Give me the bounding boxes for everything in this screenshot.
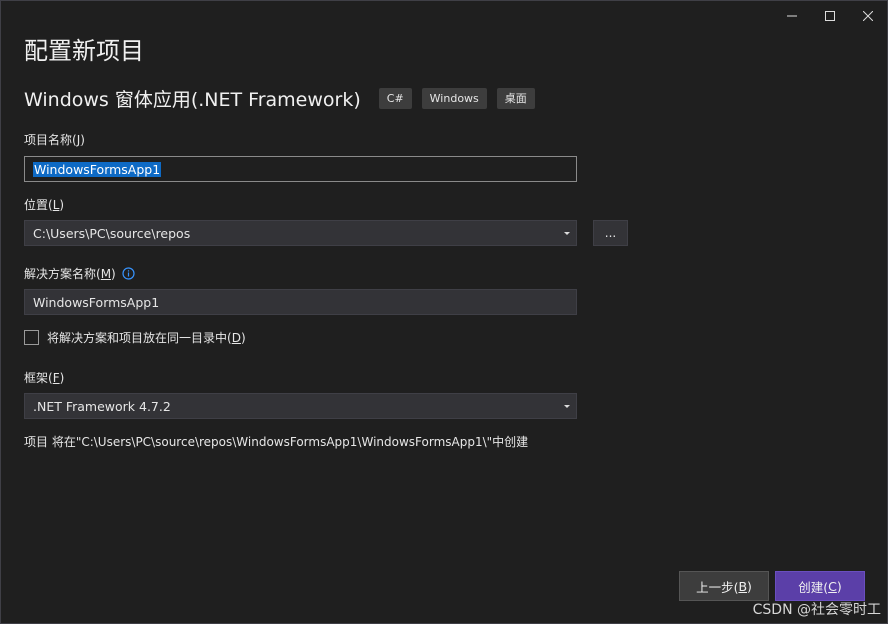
tag-project-type: 桌面 [496, 88, 535, 109]
same-directory-option[interactable]: 将解决方案和项目放在同一目录中(D) [24, 329, 246, 346]
create-button[interactable]: 创建(C) [775, 571, 865, 601]
maximize-button[interactable] [811, 1, 849, 31]
solution-name-label: 解决方案名称(M) [24, 265, 135, 283]
framework-label: 框架(F) [24, 371, 65, 385]
browse-button[interactable]: ... [593, 220, 628, 246]
close-icon [863, 11, 873, 21]
project-path-summary: 项目 将在"C:\Users\PC\source\repos\WindowsFo… [24, 435, 529, 449]
close-button[interactable] [849, 1, 887, 31]
solution-name-input[interactable]: WindowsFormsApp1 [24, 289, 577, 315]
minimize-button[interactable] [773, 1, 811, 31]
framework-dropdown[interactable]: .NET Framework 4.7.2 [24, 393, 577, 419]
template-name: Windows 窗体应用(.NET Framework) [24, 89, 361, 111]
window-controls [773, 1, 887, 31]
chevron-down-icon [564, 232, 570, 235]
tag-language: C# [378, 88, 412, 109]
minimize-icon [787, 15, 797, 17]
location-dropdown[interactable]: C:\Users\PC\source\repos [24, 220, 577, 246]
framework-value: .NET Framework 4.7.2 [33, 398, 171, 414]
template-info: Windows 窗体应用(.NET Framework) C# Windows … [24, 85, 545, 112]
back-button[interactable]: 上一步(B) [679, 571, 769, 601]
project-name-label: 项目名称(J) [24, 133, 85, 147]
info-icon[interactable] [122, 266, 135, 283]
page-title: 配置新项目 [24, 37, 144, 65]
solution-name-value: WindowsFormsApp1 [33, 294, 160, 310]
same-directory-label: 将解决方案和项目放在同一目录中(D) [47, 331, 246, 345]
watermark: CSDN @社会零时工 [752, 602, 881, 618]
location-value: C:\Users\PC\source\repos [33, 225, 191, 241]
chevron-down-icon [564, 405, 570, 408]
maximize-icon [825, 11, 835, 21]
project-name-value: WindowsFormsApp1 [33, 161, 162, 177]
tag-platform: Windows [421, 88, 487, 109]
project-name-input[interactable]: WindowsFormsApp1 [24, 156, 577, 182]
same-directory-checkbox[interactable] [24, 330, 39, 345]
location-label: 位置(L) [24, 198, 65, 212]
